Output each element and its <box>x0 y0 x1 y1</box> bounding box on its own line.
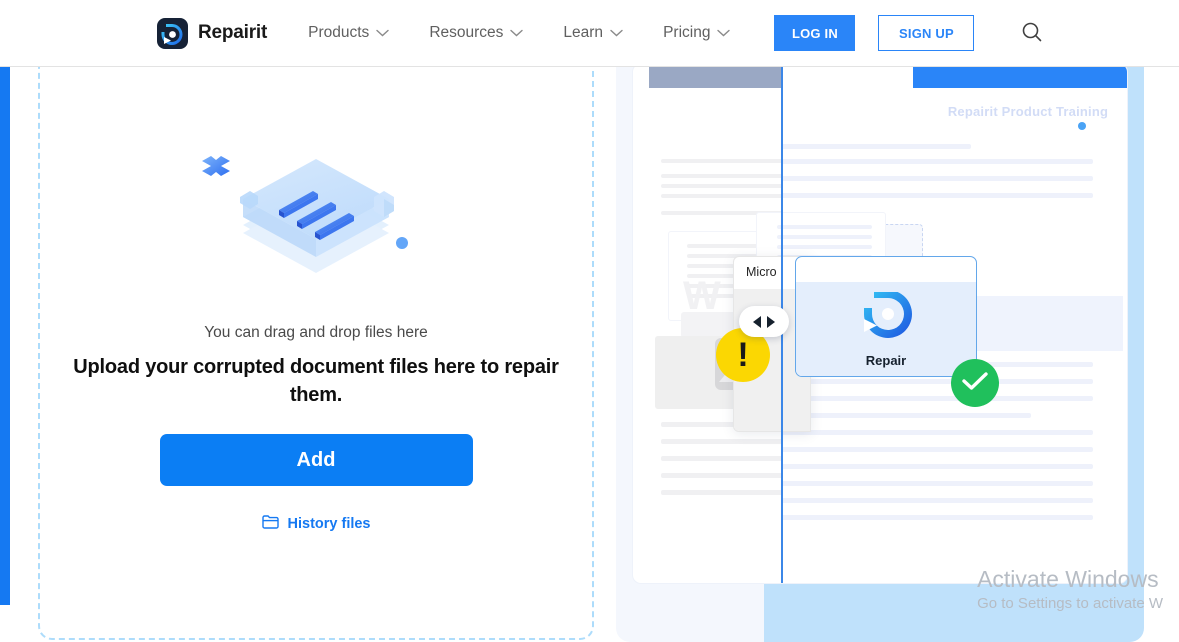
nav-label: Learn <box>563 24 604 41</box>
search-button[interactable] <box>1018 19 1046 47</box>
dropzone-subtitle: You can drag and drop files here <box>204 324 428 341</box>
file-dropzone[interactable]: You can drag and drop files here Upload … <box>38 45 594 640</box>
chevron-down-icon <box>376 24 390 42</box>
splash-label: Repair <box>865 353 907 368</box>
window-titlebar-after: – □ ✕ <box>913 64 1127 88</box>
nav-item-products[interactable]: Products <box>308 18 390 48</box>
chevron-down-icon <box>717 24 731 42</box>
nav-item-learn[interactable]: Learn <box>563 18 623 48</box>
chevron-down-icon <box>510 24 524 42</box>
brand[interactable]: Repairit <box>157 17 268 49</box>
before-after-slider-handle[interactable] <box>739 306 789 337</box>
log-in-button[interactable]: LOG IN <box>774 15 856 51</box>
history-files-link[interactable]: History files <box>261 514 371 533</box>
repairit-logo-icon <box>157 17 188 49</box>
search-icon <box>1020 20 1044 47</box>
site-header: Repairit Products Resources Learn Pricin… <box>0 0 1179 67</box>
check-icon <box>962 371 988 396</box>
history-files-label: History files <box>287 515 371 532</box>
accent-dot <box>1078 122 1086 130</box>
nav-label: Products <box>308 24 370 41</box>
arrow-left-icon <box>753 315 761 328</box>
nav-label: Resources <box>429 24 504 41</box>
nav-item-pricing[interactable]: Pricing <box>663 18 731 48</box>
dropzone-title: Upload your corrupted document files her… <box>73 356 559 406</box>
repairit-circular-arrow-icon <box>858 290 914 349</box>
before-after-preview[interactable]: W Repairit Product Training Micro Repair… <box>616 37 1144 642</box>
chevron-down-icon <box>610 24 623 42</box>
preview-document-card: W Repairit Product Training Micro Repair… <box>632 63 1128 584</box>
repairit-splash-dialog: Repair <box>795 256 977 377</box>
success-badge <box>951 359 999 407</box>
ms-dialog-title: Micro <box>746 265 777 279</box>
left-edge-accent-bar <box>0 67 10 605</box>
folder-icon <box>261 514 279 533</box>
arrow-right-icon <box>767 315 775 328</box>
brand-name: Repairit <box>198 22 268 43</box>
sign-up-button[interactable]: SIGN UP <box>878 15 975 51</box>
add-button[interactable]: Add <box>159 434 473 487</box>
nav-label: Pricing <box>663 24 711 41</box>
main-content: You can drag and drop files here Upload … <box>0 37 1179 642</box>
isometric-document-stack-icon <box>166 99 466 314</box>
main-nav: Products Resources Learn Pricing <box>308 18 731 48</box>
nav-item-resources[interactable]: Resources <box>429 18 524 48</box>
document-title-ghost: Repairit Product Training <box>947 104 1109 119</box>
header-actions: LOG IN SIGN UP <box>774 15 1046 51</box>
